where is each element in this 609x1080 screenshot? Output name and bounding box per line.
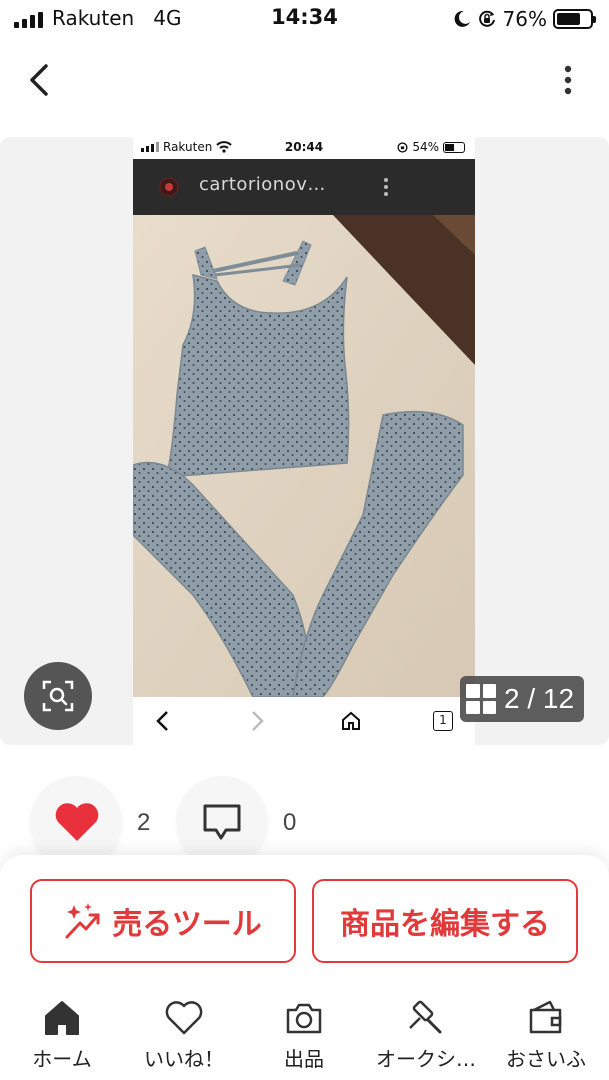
embedded-forward-icon	[252, 711, 264, 731]
tab-likes-label: いいね！	[144, 1047, 224, 1071]
listing-photo: Rakuten 20:44 54% cartorionov… 1	[133, 137, 475, 745]
embedded-tabs-badge: 1	[433, 711, 453, 731]
embedded-more-icon	[384, 178, 388, 196]
embedded-avatar	[159, 177, 179, 197]
tab-sell-label: 出品	[284, 1047, 324, 1071]
image-search-button[interactable]	[24, 662, 92, 730]
edit-item-button[interactable]: 商品を編集する	[312, 879, 578, 963]
activewear-set-photo	[133, 215, 475, 697]
embedded-back-icon	[156, 711, 168, 731]
like-count: 2	[137, 809, 151, 836]
image-counter-text: 2 / 12	[504, 683, 575, 714]
embedded-battery-level	[445, 143, 454, 151]
embedded-account-name: cartorionov…	[199, 174, 326, 195]
sell-tools-label: 売るツール	[112, 907, 262, 942]
moon-icon	[454, 10, 470, 27]
battery-icon	[553, 9, 596, 29]
sell-tools-button[interactable]: 売るツール	[30, 879, 296, 963]
edit-item-label: 商品を編集する	[340, 907, 550, 942]
embedded-status-bar: Rakuten 20:44 54%	[133, 137, 475, 159]
camera-icon	[286, 1003, 322, 1034]
tab-likes[interactable]: いいね！	[124, 995, 244, 1080]
embedded-battery-icon	[443, 141, 465, 153]
auction-gavel-icon	[409, 1000, 442, 1034]
embedded-battery-percent: 54%	[412, 140, 439, 154]
embedded-orientation-lock-icon	[397, 141, 408, 153]
tab-home-label: ホーム	[32, 1047, 92, 1071]
back-chevron-icon[interactable]	[22, 60, 58, 100]
embedded-account-header: cartorionov…	[133, 159, 475, 215]
tab-sell[interactable]: 出品	[244, 995, 364, 1080]
tab-wallet-label: おさいふ	[506, 1047, 586, 1071]
status-bar: Rakuten 4G 14:34 76%	[0, 0, 609, 40]
grid-icon	[466, 684, 496, 714]
tab-auction-label: オークシ…	[376, 1047, 476, 1071]
heart-filled-icon	[55, 803, 99, 841]
tab-home[interactable]: ホーム	[2, 995, 122, 1080]
tab-auction[interactable]: オークシ…	[366, 995, 486, 1080]
embedded-browser-toolbar: 1	[133, 697, 475, 745]
heart-outline-icon	[165, 1001, 203, 1035]
comment-count: 0	[283, 809, 297, 836]
image-search-icon	[42, 680, 74, 712]
bottom-tab-bar: ホーム いいね！ 出品 オークシ… おさいふ	[0, 995, 609, 1080]
image-counter-badge[interactable]: 2 / 12	[460, 676, 584, 722]
status-right: 76%	[453, 6, 596, 32]
battery-level	[557, 13, 581, 25]
wallet-icon	[529, 1000, 562, 1034]
tab-wallet[interactable]: おさいふ	[486, 995, 606, 1080]
sparkle-trend-icon	[65, 903, 100, 939]
battery-percent: 76%	[502, 7, 547, 31]
item-image-gallery[interactable]: Rakuten 20:44 54% cartorionov… 1	[0, 137, 609, 745]
orientation-lock-icon	[478, 10, 495, 27]
comment-bubble-icon	[203, 804, 241, 840]
embedded-home-icon	[342, 711, 360, 730]
more-vertical-icon[interactable]	[561, 64, 575, 96]
home-icon	[45, 1001, 79, 1035]
